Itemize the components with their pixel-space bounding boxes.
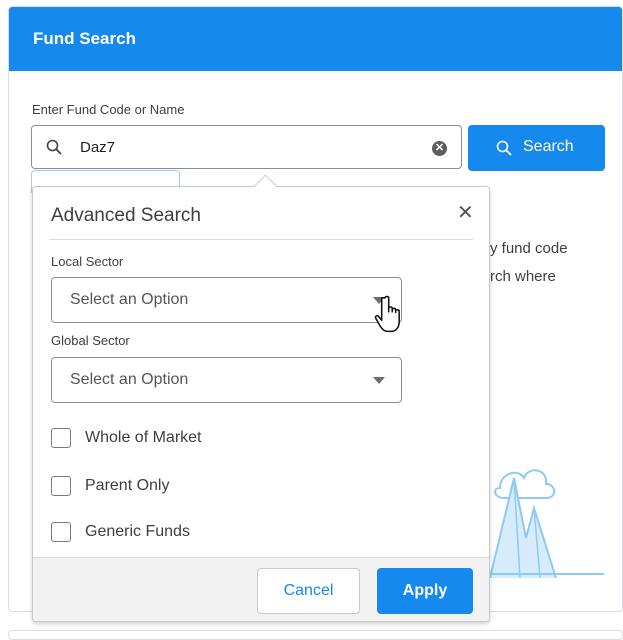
checkbox[interactable] — [51, 522, 71, 542]
checkbox-label: Parent Only — [85, 477, 170, 494]
clear-icon[interactable]: ✕ — [432, 141, 447, 156]
global-sector-select[interactable]: Select an Option — [51, 357, 402, 403]
popover-footer: Cancel Apply — [33, 557, 489, 621]
help-text-line-1: y fund code — [490, 240, 568, 257]
page-title: Fund Search — [33, 29, 136, 48]
local-sector-select[interactable]: Select an Option — [51, 277, 402, 323]
advanced-search-title: Advanced Search — [51, 205, 201, 226]
card-header: Fund Search — [9, 7, 622, 71]
cancel-button[interactable]: Cancel — [257, 568, 360, 614]
mountain-illustration — [470, 428, 610, 583]
search-input[interactable] — [80, 136, 440, 158]
close-icon[interactable]: ✕ — [457, 200, 474, 225]
chevron-down-icon — [373, 377, 385, 384]
search-icon — [46, 139, 62, 160]
search-button-label: Search — [523, 138, 574, 155]
bottom-card-edge — [8, 630, 623, 640]
global-sector-value: Select an Option — [70, 371, 189, 388]
divider — [49, 239, 473, 240]
search-field-label: Enter Fund Code or Name — [32, 102, 185, 117]
search-button[interactable]: Search — [468, 125, 605, 171]
checkbox[interactable] — [51, 428, 71, 448]
local-sector-value: Select an Option — [70, 291, 189, 308]
global-sector-label: Global Sector — [51, 333, 130, 348]
help-text-line-2: rch where — [490, 268, 556, 285]
advanced-search-popover: Advanced Search ✕ Local Sector Select an… — [32, 174, 490, 622]
search-input-container[interactable]: ✕ — [31, 125, 462, 169]
checkbox-label: Generic Funds — [85, 523, 190, 540]
search-icon — [496, 140, 512, 161]
checkbox-label: Whole of Market — [85, 429, 202, 446]
local-sector-label: Local Sector — [51, 254, 124, 269]
apply-button[interactable]: Apply — [377, 568, 473, 614]
hand-cursor-icon — [371, 295, 405, 342]
checkbox[interactable] — [51, 476, 71, 496]
